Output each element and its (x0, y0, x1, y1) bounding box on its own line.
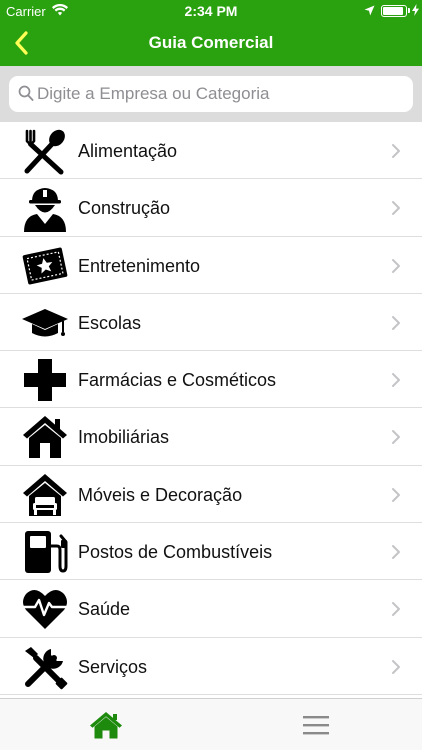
ticket-icon (20, 242, 70, 290)
chevron-right-icon (391, 659, 401, 680)
furniture-house-icon (20, 471, 70, 519)
list-item-escolas[interactable]: Escolas (0, 294, 422, 352)
tab-bar (0, 698, 422, 750)
tab-menu[interactable] (296, 711, 336, 739)
home-icon (90, 712, 122, 739)
battery-tip (408, 8, 410, 13)
list-item-imobiliarias[interactable]: Imobiliárias (0, 408, 422, 466)
header-bar: Carrier 2:34 PM Guia Comercial (0, 0, 422, 66)
list-item-label: Escolas (78, 312, 142, 333)
list-item-label: Farmácias e Cosméticos (78, 370, 277, 391)
chevron-right-icon (391, 200, 401, 221)
search-bar (0, 66, 422, 122)
fork-spoon-icon (20, 127, 70, 175)
list-item-label: Saúde (78, 599, 131, 620)
list-item-entretenimento[interactable]: Entretenimento (0, 237, 422, 294)
hamburger-menu-icon (303, 716, 329, 735)
fuel-pump-icon (20, 528, 70, 576)
chevron-right-icon (391, 429, 401, 450)
list-item-servicos[interactable]: Serviços (0, 638, 422, 695)
list-item-label: Entretenimento (78, 255, 201, 276)
heartbeat-icon (20, 585, 70, 633)
tab-home[interactable] (86, 709, 126, 741)
chevron-right-icon (391, 601, 401, 622)
list-item-moveis[interactable]: Móveis e Decoração (0, 466, 422, 524)
search-box[interactable] (9, 76, 413, 112)
list-item-label: Postos de Combustíveis (78, 542, 273, 563)
house-icon (20, 413, 70, 461)
search-icon (18, 85, 34, 107)
chevron-right-icon (391, 143, 401, 164)
status-time: 2:34 PM (184, 3, 238, 19)
tools-icon (20, 643, 70, 691)
chevron-right-icon (391, 315, 401, 336)
category-list: Alimentação Construção Entretenimento Es… (0, 122, 422, 698)
list-item-label: Construção (78, 198, 171, 219)
chevron-right-icon (391, 487, 401, 508)
list-item-farmacias[interactable]: Farmácias e Cosméticos (0, 351, 422, 409)
charging-bolt-icon (412, 4, 419, 19)
status-bar: Carrier 2:34 PM (0, 0, 422, 22)
list-item-construcao[interactable]: Construção (0, 179, 422, 237)
chevron-right-icon (391, 372, 401, 393)
graduation-cap-icon (20, 299, 70, 347)
search-input[interactable] (37, 76, 407, 112)
medical-cross-icon (20, 356, 70, 404)
list-item-label: Alimentação (78, 141, 178, 161)
location-arrow-icon (364, 4, 375, 19)
chevron-right-icon (391, 258, 401, 279)
list-item-postos[interactable]: Postos de Combustíveis (0, 523, 422, 581)
list-item-alimentacao[interactable]: Alimentação (0, 122, 422, 180)
list-item-label: Móveis e Decoração (78, 484, 243, 505)
list-item-label: Imobiliárias (78, 427, 170, 448)
battery-icon (381, 5, 407, 17)
list-item-saude[interactable]: Saúde (0, 580, 422, 638)
construction-worker-icon (20, 184, 70, 233)
page-title: Guia Comercial (148, 33, 274, 52)
list-item-label: Serviços (78, 656, 148, 677)
chevron-right-icon (391, 544, 401, 565)
